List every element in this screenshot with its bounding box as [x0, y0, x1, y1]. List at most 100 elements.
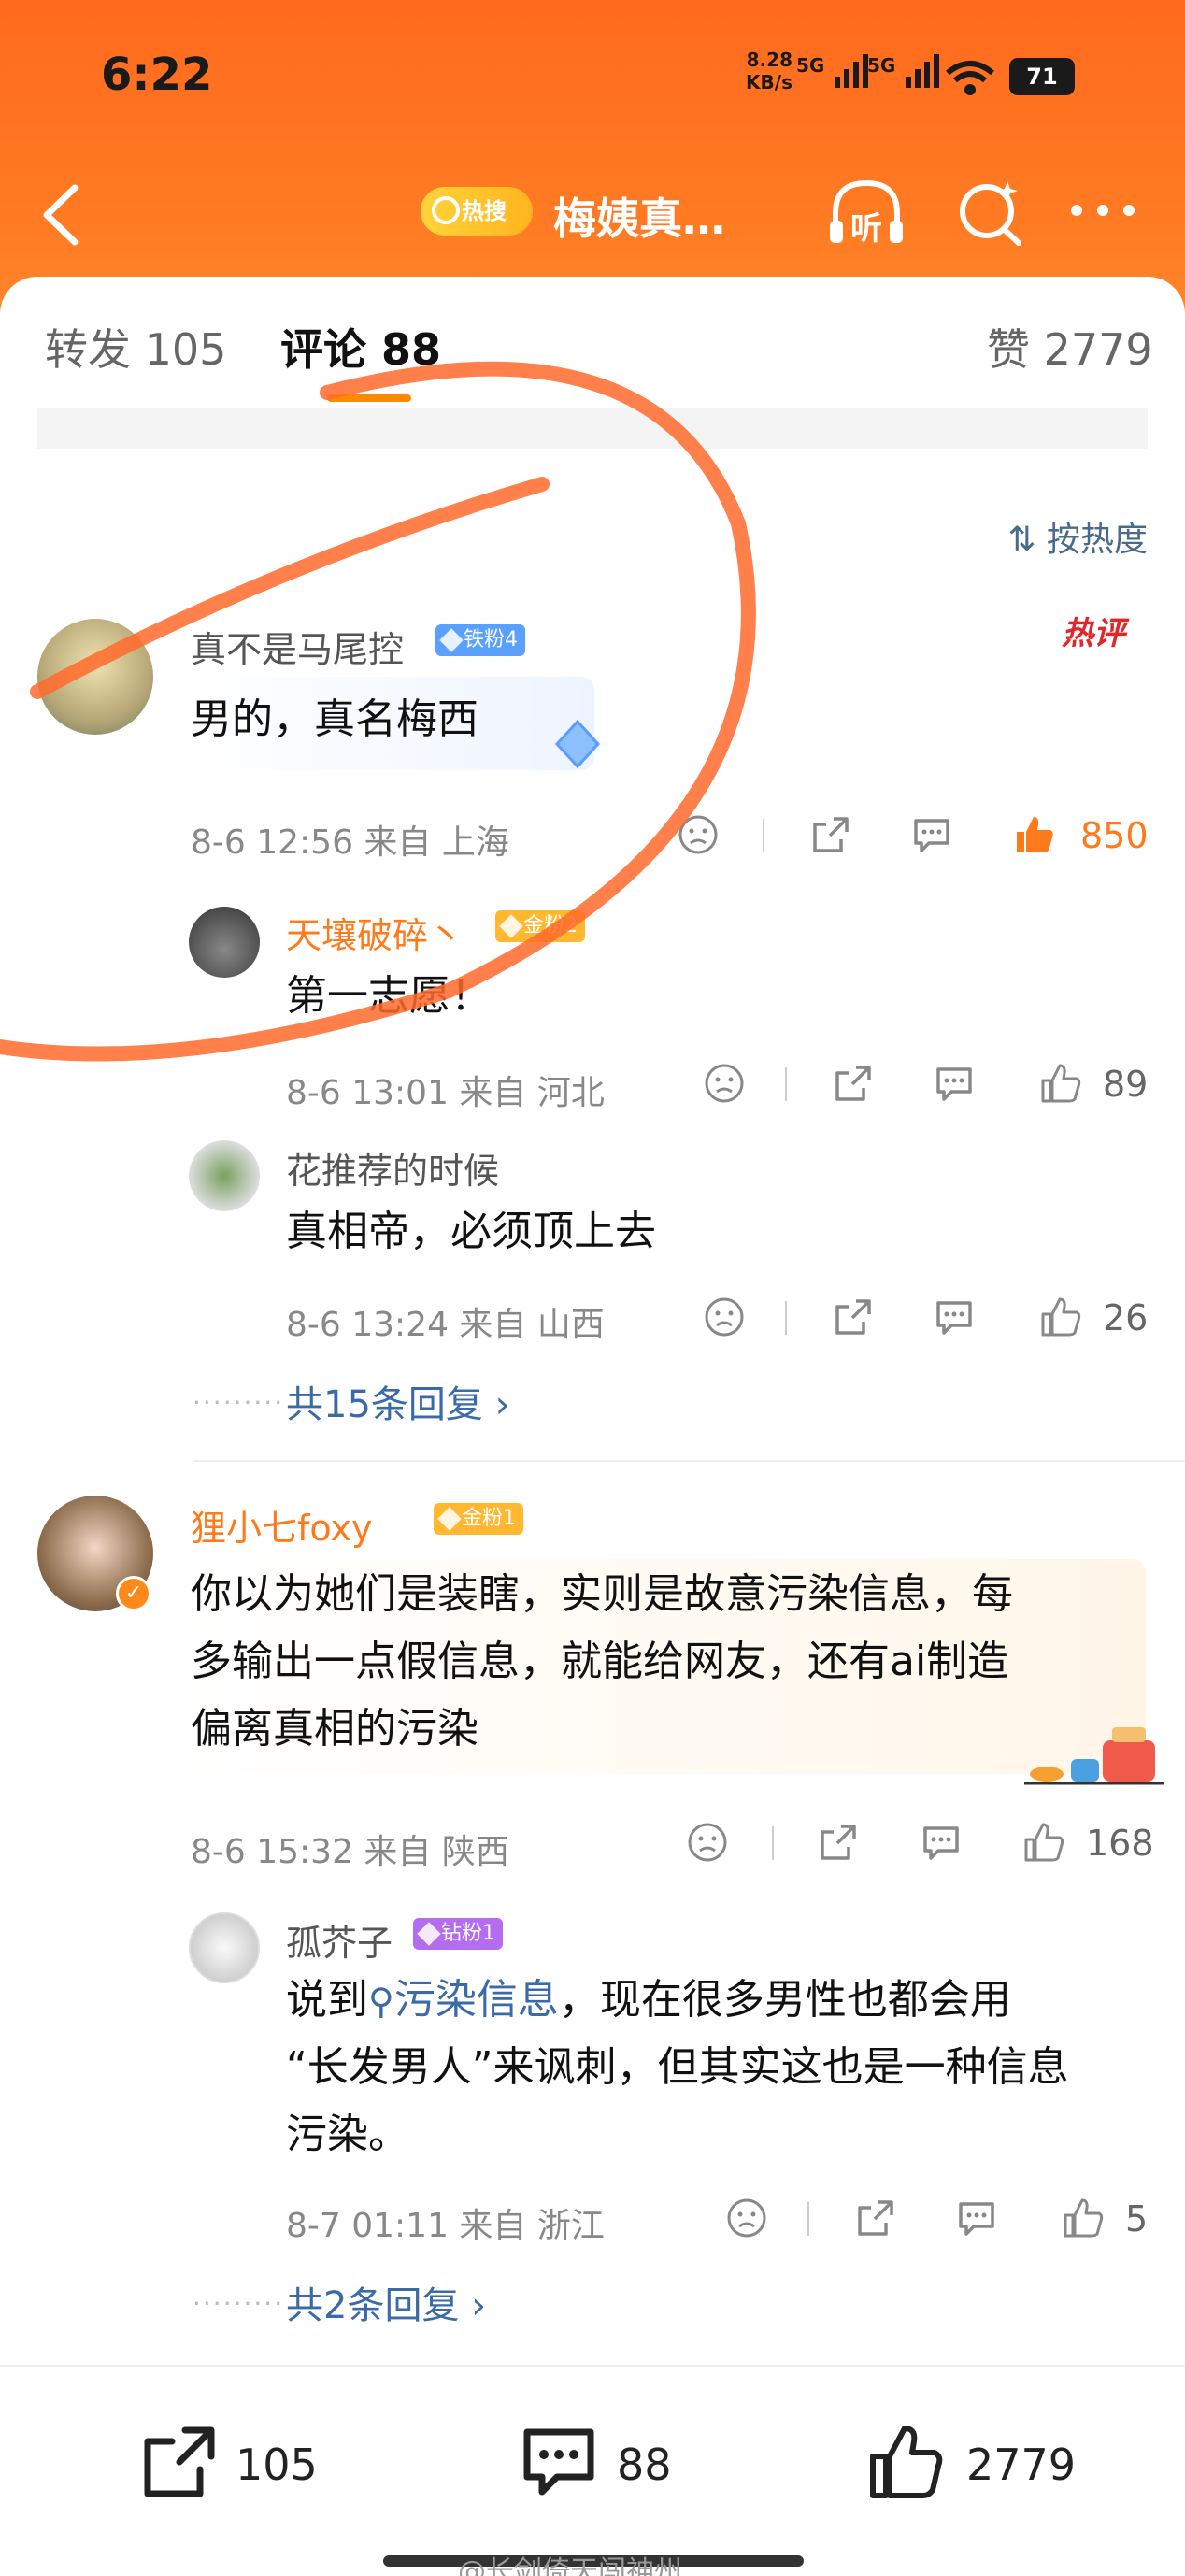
share-icon[interactable] — [832, 1062, 875, 1105]
more-replies-link[interactable]: 共15条回复 › — [286, 1374, 510, 1428]
net-speed-value: 8.28 — [746, 49, 792, 71]
thumbs-up-icon[interactable] — [1039, 1062, 1082, 1105]
bottom-repost-count: 105 — [236, 2440, 318, 2490]
bottom-like-count: 2779 — [966, 2440, 1077, 2490]
net-speed-unit: KB/s — [746, 71, 792, 93]
comment-meta: 8-6 12:56 来自 上海 — [191, 823, 509, 862]
reply-text-line: “长发男人”来讽刺，但其实这也是一种信息 — [286, 2043, 1069, 2091]
listen-headphones-icon[interactable]: 听 — [824, 174, 908, 252]
sort-button[interactable]: ⇅ 按热度 — [1007, 512, 1148, 561]
thumbs-up-icon[interactable] — [1062, 2197, 1105, 2240]
avatar[interactable] — [37, 619, 153, 735]
fan-badge-label: 金粉2 — [523, 914, 578, 937]
avatar[interactable] — [189, 1912, 260, 1983]
hot-comment-tag: 热评 — [1062, 615, 1125, 652]
action-divider — [772, 1826, 774, 1860]
network-speed: 8.28 KB/s — [736, 49, 792, 93]
thumbs-up-icon[interactable] — [1022, 1821, 1065, 1864]
comment-text-line: 多输出一点假信息，就能给网友，还有ai制造 — [191, 1638, 1009, 1685]
comment-meta: 8-6 15:32 来自 陕西 — [191, 1833, 509, 1871]
hot-search-badge[interactable]: 热搜 — [421, 187, 533, 236]
dislike-face-icon[interactable] — [677, 813, 720, 856]
back-arrow-icon[interactable] — [37, 182, 84, 248]
dislike-face-icon[interactable] — [703, 1062, 746, 1105]
reply-meta: 8-6 13:24 来自 山西 — [286, 1306, 605, 1344]
signal-label: 5G — [867, 54, 896, 77]
reply-username[interactable]: 孤芥子 — [286, 1914, 393, 1966]
more-options-icon[interactable] — [1065, 196, 1140, 224]
tab-bar: 转发 105 评论 88 赞 2779 — [0, 277, 1185, 408]
comment-text: 男的，真名梅西 — [191, 695, 478, 743]
comment-divider — [193, 1460, 1185, 1462]
comment-username[interactable]: 狸小七foxy — [191, 1499, 372, 1551]
share-icon[interactable] — [832, 1295, 875, 1338]
sort-label: 按热度 — [1046, 521, 1148, 559]
like-count: 168 — [1086, 1823, 1154, 1864]
topic-link-label: 污染信息 — [393, 1976, 559, 2024]
sort-icon: ⇅ — [1007, 521, 1036, 559]
fan-badge: 金粉2 — [495, 910, 585, 942]
thumbs-up-filled-icon[interactable] — [1013, 813, 1056, 856]
reply-dots-divider: ········· — [193, 2288, 285, 2319]
dislike-face-icon[interactable] — [703, 1295, 746, 1338]
reply-bubble-icon[interactable] — [910, 813, 953, 856]
bottom-repost-button[interactable]: 105 — [140, 2423, 327, 2507]
bottom-action-bar: 105 88 2779 — [0, 2365, 1185, 2576]
tab-like[interactable]: 赞 2779 — [987, 316, 1153, 378]
signal-label: 5G — [796, 54, 825, 77]
reply-meta: 8-6 13:01 来自 河北 — [286, 1074, 605, 1112]
avatar[interactable] — [189, 907, 260, 978]
tab-repost[interactable]: 转发 105 — [45, 316, 226, 378]
fan-badge: 铁粉4 — [435, 624, 525, 656]
reply-bubble-icon[interactable] — [955, 2197, 998, 2240]
dislike-face-icon[interactable] — [686, 1821, 729, 1864]
crown-icon — [499, 914, 523, 938]
bottom-comment-button[interactable]: 88 — [520, 2423, 707, 2507]
topic-link[interactable]: ⚲污染信息 — [368, 1976, 559, 2024]
verified-badge-icon: ✓ — [116, 1576, 151, 1611]
share-icon[interactable] — [854, 2197, 897, 2240]
search-icon[interactable] — [953, 176, 1028, 250]
reply-username[interactable]: 天壤破碎丶 — [286, 907, 464, 958]
share-icon[interactable] — [817, 1821, 860, 1864]
hot-badge-label: 热搜 — [462, 198, 507, 224]
reply-username[interactable]: 花推荐的时候 — [286, 1142, 499, 1194]
reply-bubble-icon[interactable] — [933, 1295, 976, 1338]
fan-badge-label: 金粉1 — [462, 1507, 516, 1530]
dislike-face-icon[interactable] — [725, 2197, 768, 2240]
toaster-decoration-icon — [1024, 1727, 1164, 1785]
page-title: 梅姨真… — [553, 193, 725, 244]
action-divider — [763, 819, 764, 852]
signal-5g-icon: 5G — [796, 54, 870, 88]
fan-badge-label: 铁粉4 — [464, 628, 518, 651]
diamond-decoration-icon — [554, 719, 601, 769]
fan-badge: 钻粉1 — [413, 1918, 503, 1950]
action-divider — [785, 1067, 787, 1101]
bottom-comment-count: 88 — [617, 2440, 672, 2490]
more-replies-link[interactable]: 共2条回复 › — [286, 2275, 486, 2329]
reply-bubble-icon[interactable] — [933, 1062, 976, 1105]
reply-actions: 26 — [703, 1295, 1151, 1342]
tab-comment[interactable]: 评论 88 — [280, 316, 441, 378]
bottom-like-button[interactable]: 2779 — [867, 2423, 1092, 2507]
reply-text: 真相帝，必须顶上去 — [286, 1208, 656, 1255]
reply-bubble-icon[interactable] — [920, 1821, 963, 1864]
thumbs-up-icon[interactable] — [1039, 1295, 1082, 1338]
like-count: 5 — [1125, 2198, 1149, 2240]
comment-text-line: 偏离真相的污染 — [191, 1705, 478, 1753]
reply-text-line: 说到⚲污染信息，现在很多男性也都会用 — [286, 1967, 1011, 2035]
crown-icon — [437, 1507, 462, 1531]
like-count: 26 — [1103, 1297, 1149, 1338]
wifi-icon — [946, 61, 994, 95]
reply-text-rest: ，现在很多男性也都会用 — [558, 1976, 1011, 2024]
action-divider — [785, 1301, 787, 1335]
share-icon[interactable] — [809, 813, 852, 856]
comment-actions: 850 — [677, 813, 1163, 860]
listen-label: 听 — [850, 210, 882, 248]
avatar[interactable] — [189, 1140, 260, 1211]
search-icon: ⚲ — [368, 1981, 394, 2022]
comment-actions: 168 — [686, 1821, 1163, 1868]
reply-meta: 8-7 01:11 来自 浙江 — [286, 2207, 605, 2245]
comment-username[interactable]: 真不是马尾控 — [191, 621, 404, 672]
status-bar: 6:22 8.28 KB/s 5G 5G 71 — [0, 0, 1185, 159]
